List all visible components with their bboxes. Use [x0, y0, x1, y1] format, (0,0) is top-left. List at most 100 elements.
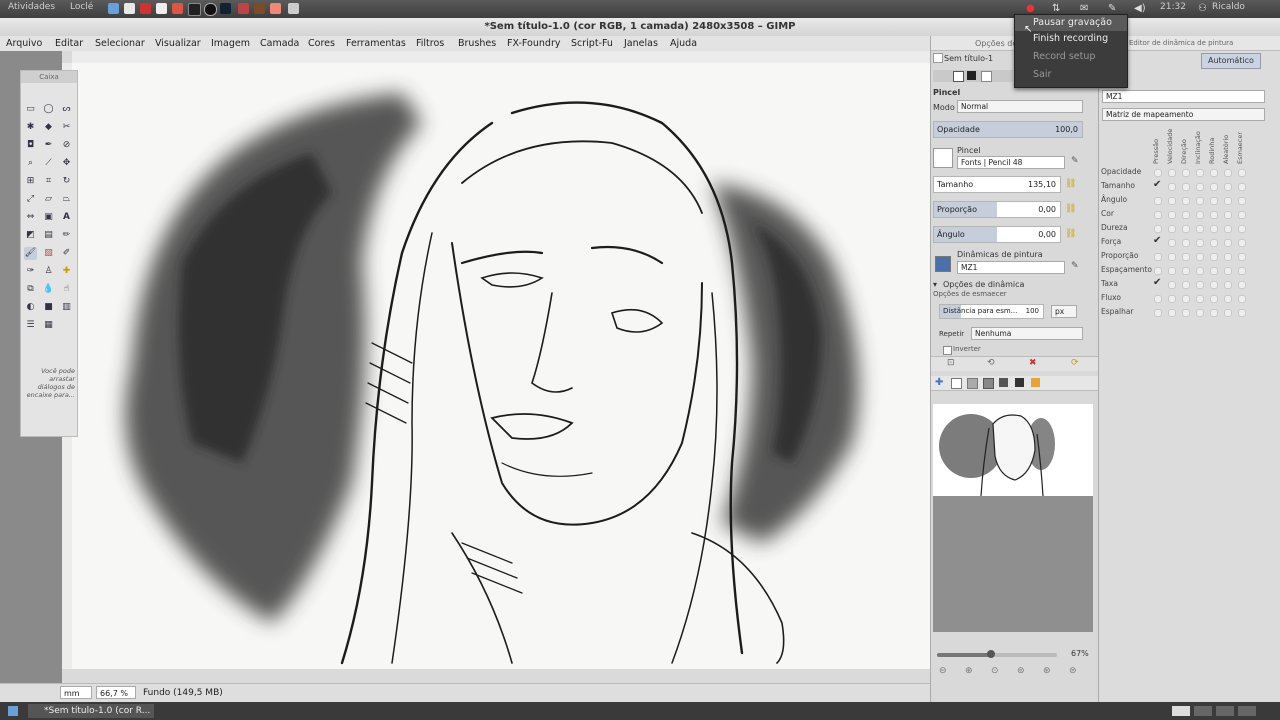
matrix-checkbox[interactable] — [1182, 197, 1190, 205]
blur-icon[interactable]: 💧 — [42, 283, 55, 296]
chrome-icon[interactable] — [156, 3, 167, 14]
matrix-checkbox[interactable] — [1238, 281, 1246, 289]
bucket-fill-icon[interactable]: ◩ — [24, 229, 37, 242]
matrix-checkbox[interactable] — [1210, 253, 1218, 261]
matrix-checkbox[interactable] — [1196, 169, 1204, 177]
matrix-checkbox[interactable] — [1238, 183, 1246, 191]
clock[interactable]: 21:32 — [1160, 2, 1186, 12]
ratio-reset-icon[interactable]: ⛓ — [1065, 204, 1076, 215]
matrix-checkbox[interactable] — [1224, 239, 1232, 247]
pencil-icon[interactable]: ✏ — [60, 229, 73, 242]
reverse-checkbox[interactable] — [943, 346, 952, 355]
menu-item[interactable]: Camada — [260, 38, 299, 49]
reset-options-icon[interactable]: ⟳ — [1071, 358, 1079, 368]
dynamics-editor-tab-label[interactable]: Editor de dinâmica de pintura — [1129, 39, 1233, 47]
matrix-checkbox[interactable] — [1224, 197, 1232, 205]
matrix-checkbox[interactable] — [1168, 253, 1176, 261]
foreground-bg-icon[interactable]: ■ — [42, 301, 55, 314]
restore-options-icon[interactable]: ⟲ — [987, 358, 995, 368]
matrix-checkbox[interactable] — [1168, 183, 1176, 191]
pen-icon[interactable]: ✎ — [1108, 3, 1116, 14]
crop-icon[interactable]: ⌗ — [42, 175, 55, 188]
media-icon[interactable] — [172, 3, 183, 14]
matrix-checkbox[interactable] — [1196, 309, 1204, 317]
delete-options-icon[interactable]: ✖ — [1029, 358, 1037, 368]
device-status-icon[interactable]: ▥ — [60, 301, 73, 314]
matrix-checkbox[interactable] — [1238, 267, 1246, 275]
matrix-checkbox[interactable] — [1210, 211, 1218, 219]
images-icon[interactable]: ▦ — [42, 319, 55, 332]
menu-item[interactable]: Visualizar — [155, 38, 201, 49]
files-icon[interactable] — [108, 3, 119, 14]
matrix-checkbox[interactable] — [1154, 309, 1162, 317]
zoom-fill-icon[interactable]: ⊛ — [1043, 666, 1051, 676]
matrix-checkbox[interactable] — [1154, 211, 1162, 219]
matrix-checkbox[interactable] — [1168, 225, 1176, 233]
measure-icon[interactable]: ⟋ — [42, 157, 55, 170]
chat-icon[interactable]: ✉ — [1080, 3, 1088, 14]
matrix-checkbox[interactable] — [1196, 295, 1204, 303]
eraser-icon[interactable]: ▧ — [42, 247, 55, 260]
brush-preview[interactable] — [933, 148, 953, 168]
workspace-4[interactable] — [1238, 706, 1256, 716]
matrix-checkbox[interactable] — [1238, 239, 1246, 247]
matrix-checkbox[interactable] — [1210, 225, 1218, 233]
dynamics-options-label[interactable]: Opções de dinâmica — [943, 280, 1024, 289]
matrix-checkbox[interactable] — [1154, 267, 1162, 275]
edit-dynamics-icon[interactable]: ✎ — [1071, 261, 1079, 271]
matrix-checkbox[interactable] — [1182, 169, 1190, 177]
size-slider[interactable]: Tamanho 135,10 — [933, 176, 1061, 193]
settings-icon[interactable] — [288, 3, 299, 14]
matrix-checkbox[interactable] — [1196, 267, 1204, 275]
edit-brush-icon[interactable]: ✎ — [1071, 156, 1079, 166]
matrix-checkbox[interactable] — [1210, 183, 1218, 191]
matrix-checkbox[interactable] — [1154, 295, 1162, 303]
matrix-checkbox[interactable] — [1182, 253, 1190, 261]
user-icon[interactable]: ⚇ — [1198, 3, 1207, 14]
terminal-icon[interactable] — [188, 3, 201, 16]
matrix-checkbox[interactable] — [1238, 225, 1246, 233]
image-canvas[interactable] — [72, 63, 930, 669]
matrix-checkbox[interactable] — [1210, 197, 1218, 205]
matrix-checkbox[interactable] — [1168, 169, 1176, 177]
matrix-checkbox[interactable] — [1168, 281, 1176, 289]
matrix-checkbox[interactable] — [1168, 239, 1176, 247]
matrix-checkbox[interactable] — [1238, 309, 1246, 317]
align-icon[interactable]: ⊞ — [24, 175, 37, 188]
scale-icon[interactable]: ⤢ — [24, 193, 37, 206]
history-tab-icon[interactable] — [999, 378, 1008, 387]
matrix-checkbox[interactable] — [1182, 295, 1190, 303]
menu-item[interactable]: FX-Foundry — [507, 38, 560, 49]
matrix-checkbox[interactable] — [1154, 253, 1162, 261]
zoom-in-icon[interactable]: ⊕ — [965, 666, 973, 676]
ratio-slider[interactable]: Proporção 0,00 — [933, 201, 1061, 218]
zoom-one-icon[interactable]: ⊙ — [991, 666, 999, 676]
matrix-checkbox[interactable] — [1182, 183, 1190, 191]
menu-item[interactable]: Editar — [55, 38, 83, 49]
matrix-checkbox[interactable] — [1196, 225, 1204, 233]
matrix-checkbox[interactable] — [1238, 169, 1246, 177]
record-icon[interactable] — [238, 3, 249, 14]
save-options-icon[interactable]: ⊡ — [947, 358, 955, 368]
camera-icon[interactable] — [204, 3, 217, 16]
matrix-checkbox[interactable] — [1168, 197, 1176, 205]
matrix-checkbox[interactable] — [1182, 281, 1190, 289]
angle-slider[interactable]: Ângulo 0,00 — [933, 226, 1061, 243]
matrix-checkbox[interactable] — [1182, 211, 1190, 219]
record-setup-item[interactable]: Record setup — [1015, 49, 1127, 65]
opacity-slider[interactable]: Opacidade 100,0 — [933, 121, 1083, 138]
matrix-checkbox[interactable] — [1224, 281, 1232, 289]
zoom-out-icon[interactable]: ⊖ — [939, 666, 947, 676]
perspective-clone-icon[interactable]: ⧉ — [24, 283, 37, 296]
cage-icon[interactable]: ▣ — [42, 211, 55, 224]
gimp-icon[interactable] — [254, 3, 265, 14]
add-tab-icon[interactable]: ✚ — [935, 377, 943, 388]
matrix-checkbox[interactable] — [1196, 281, 1204, 289]
matrix-checkbox[interactable] — [1196, 183, 1204, 191]
zoom-select[interactable]: 66,7 % — [96, 686, 136, 699]
menu-item[interactable]: Ajuda — [670, 38, 697, 49]
shrink-wrap-icon[interactable]: ⊜ — [1069, 666, 1077, 676]
matrix-checkbox[interactable] — [1154, 169, 1162, 177]
brushes-tab-icon[interactable] — [1015, 378, 1024, 387]
repeat-select[interactable]: Nenhuma — [971, 327, 1083, 340]
